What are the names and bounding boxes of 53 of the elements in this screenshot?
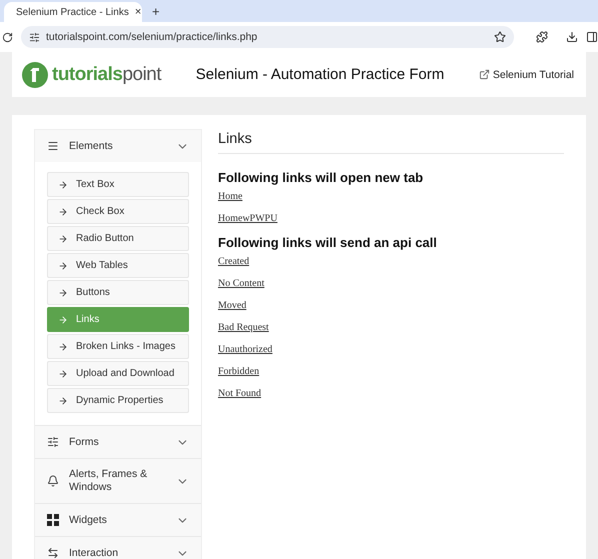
- section-title: Links: [218, 129, 564, 154]
- logo-icon: [22, 62, 48, 88]
- grid-icon: [47, 514, 59, 526]
- menu-icon: [47, 140, 59, 152]
- close-tab-button[interactable]: ×: [134, 6, 142, 18]
- sidebar-section[interactable]: Interaction: [35, 536, 201, 559]
- link[interactable]: Created: [218, 256, 250, 267]
- sidebar-item[interactable]: Broken Links - Images: [47, 334, 189, 359]
- arrow-icon: [58, 206, 68, 216]
- arrow-icon: [58, 368, 68, 378]
- link[interactable]: Moved: [218, 300, 246, 311]
- site-settings-icon[interactable]: [29, 32, 40, 42]
- link[interactable]: Unauthorized: [218, 344, 272, 355]
- sidebar-item[interactable]: Text Box: [47, 172, 189, 197]
- logo-text: tutorialspoint: [52, 64, 162, 86]
- sidebar-item[interactable]: Web Tables: [47, 253, 189, 278]
- external-link-icon: [478, 69, 490, 80]
- arrow-icon: [58, 288, 68, 298]
- browser-tab[interactable]: Selenium Practice - Links ×: [4, 2, 142, 22]
- arrow-icon: [58, 260, 68, 270]
- arrow-icon: [58, 314, 68, 324]
- group-heading: Following links will send an api call: [218, 235, 438, 250]
- address-bar[interactable]: tutorialspoint.com/selenium/practice/links.php: [21, 26, 514, 48]
- arrow-icon: [58, 234, 68, 244]
- group-heading: Following links will open new tab: [218, 170, 424, 185]
- sidebar-section[interactable]: Widgets: [35, 503, 201, 536]
- side-panel-icon[interactable]: [586, 31, 598, 43]
- link[interactable]: HomewPWPU: [218, 213, 278, 224]
- reload-icon[interactable]: [2, 32, 13, 42]
- page-title: Selenium - Automation Practice Form: [194, 66, 446, 83]
- sidebar-section[interactable]: Elements: [35, 130, 201, 162]
- tutorial-link[interactable]: Selenium Tutorial: [478, 68, 574, 80]
- sidebar-item[interactable]: Upload and Download: [47, 361, 189, 386]
- sidebar-section[interactable]: Forms: [35, 425, 201, 458]
- star-icon[interactable]: [494, 31, 506, 43]
- sidebar-item[interactable]: Check Box: [47, 199, 189, 224]
- download-icon[interactable]: [566, 31, 578, 43]
- sidebar-item[interactable]: Dynamic Properties: [47, 388, 189, 413]
- arrow-icon: [58, 342, 68, 352]
- link[interactable]: Bad Request: [218, 322, 269, 333]
- bell-icon: [47, 475, 59, 487]
- link[interactable]: Home: [218, 191, 242, 202]
- arrow-icon: [58, 396, 68, 406]
- new-tab-button[interactable]: +: [152, 4, 160, 18]
- link[interactable]: Forbidden: [218, 366, 260, 377]
- sidebar-section[interactable]: Alerts, Frames & Windows: [35, 458, 201, 503]
- swap-icon: [47, 547, 59, 559]
- link[interactable]: Not Found: [218, 388, 262, 399]
- link[interactable]: No Content: [218, 278, 264, 289]
- sidebar-item[interactable]: Radio Button: [47, 226, 189, 251]
- arrow-icon: [58, 180, 68, 190]
- puzzle-icon[interactable]: [536, 31, 548, 43]
- sidebar-item[interactable]: Buttons: [47, 280, 189, 305]
